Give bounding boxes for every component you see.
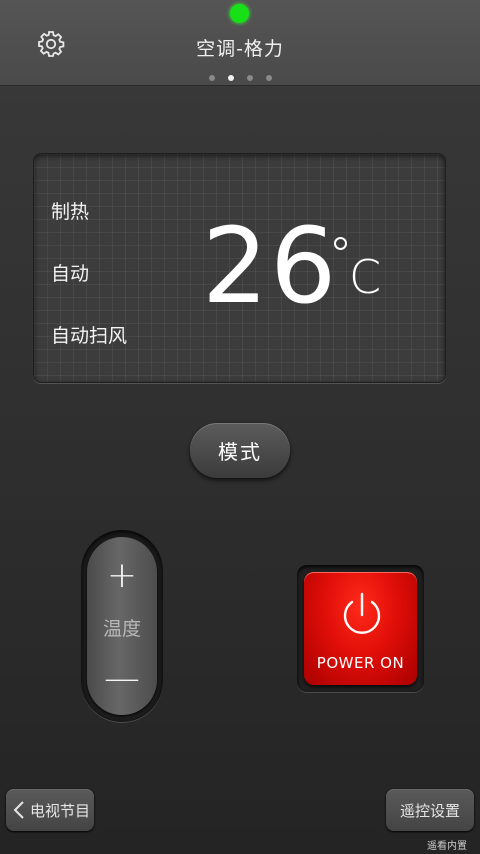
- page-dot[interactable]: [208, 75, 215, 81]
- back-to-tv-button[interactable]: 电视节目: [6, 789, 94, 831]
- power-button-label: POWER ON: [316, 654, 405, 672]
- fan-speed-status: 自动: [51, 263, 90, 285]
- power-icon: [343, 592, 381, 634]
- temperature-up-button[interactable]: +: [87, 553, 157, 598]
- page-title: 空调-格力: [196, 38, 284, 60]
- ac-status-display: 制热 自动 自动扫风 26 C: [33, 153, 446, 383]
- temperature-unit: C: [349, 250, 382, 304]
- degree-symbol: [334, 237, 347, 250]
- chevron-left-icon: [13, 801, 24, 819]
- temperature-label: 温度: [102, 618, 141, 640]
- page-dot-active[interactable]: [227, 75, 234, 81]
- temperature-down-button[interactable]: —: [87, 656, 157, 701]
- page-indicator[interactable]: [0, 75, 480, 81]
- remote-settings-button[interactable]: 遥控设置: [386, 789, 474, 831]
- page-dot[interactable]: [246, 75, 253, 81]
- mode-button[interactable]: 模式: [190, 423, 290, 478]
- temperature-value: 26: [202, 205, 339, 327]
- back-button-label: 电视节目: [30, 801, 91, 820]
- watermark-label: 遥看内置: [427, 841, 467, 852]
- mode-status: 制热: [51, 201, 90, 223]
- swing-status: 自动扫风: [51, 325, 128, 347]
- connection-status-indicator: [230, 4, 249, 23]
- page-dot[interactable]: [265, 75, 272, 81]
